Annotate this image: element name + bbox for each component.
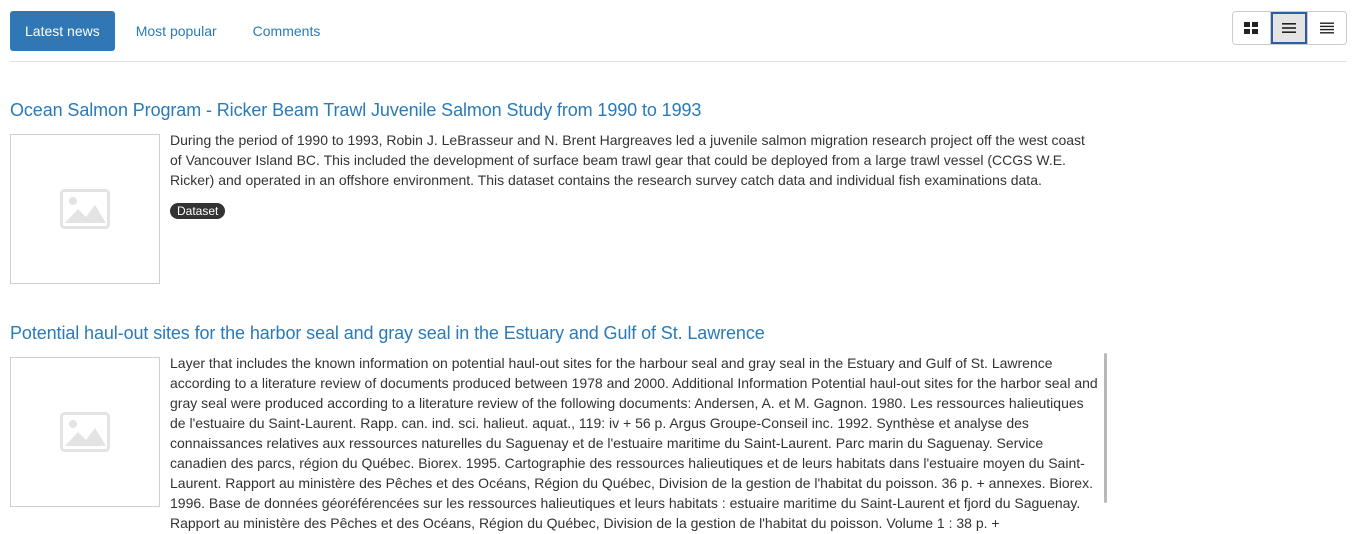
list-view-icon bbox=[1282, 23, 1296, 33]
tabs-divider bbox=[10, 61, 1347, 62]
item-thumbnail[interactable] bbox=[10, 134, 160, 284]
compact-list-view-button[interactable] bbox=[1308, 12, 1346, 44]
grid-view-icon bbox=[1244, 22, 1259, 34]
tab-latest-news[interactable]: Latest news bbox=[10, 11, 115, 51]
item-type-badge: Dataset bbox=[170, 203, 226, 219]
list-view-button[interactable] bbox=[1270, 12, 1309, 44]
image-placeholder-icon bbox=[60, 412, 110, 452]
list-item: Ocean Salmon Program - Ricker Beam Trawl… bbox=[10, 100, 1110, 284]
image-placeholder-icon bbox=[60, 189, 110, 229]
list-item: Potential haul-out sites for the harbor … bbox=[10, 323, 1110, 531]
item-description: During the period of 1990 to 1993, Robin… bbox=[170, 130, 1100, 220]
tab-comments[interactable]: Comments bbox=[238, 11, 336, 51]
item-description-text: Layer that includes the known informatio… bbox=[170, 355, 1098, 531]
description-scrollbar[interactable] bbox=[1104, 353, 1107, 503]
compact-list-view-icon bbox=[1320, 22, 1335, 34]
item-description-text: During the period of 1990 to 1993, Robin… bbox=[170, 132, 1085, 188]
view-mode-switch bbox=[1232, 11, 1347, 45]
grid-view-button[interactable] bbox=[1233, 12, 1271, 44]
item-title-link[interactable]: Ocean Salmon Program - Ricker Beam Trawl… bbox=[10, 100, 1110, 121]
tab-most-popular[interactable]: Most popular bbox=[121, 11, 232, 51]
item-description: Layer that includes the known informatio… bbox=[170, 353, 1100, 533]
news-tabs: Latest news Most popular Comments bbox=[10, 11, 341, 51]
item-thumbnail[interactable] bbox=[10, 357, 160, 507]
item-title-link[interactable]: Potential haul-out sites for the harbor … bbox=[10, 323, 1110, 344]
